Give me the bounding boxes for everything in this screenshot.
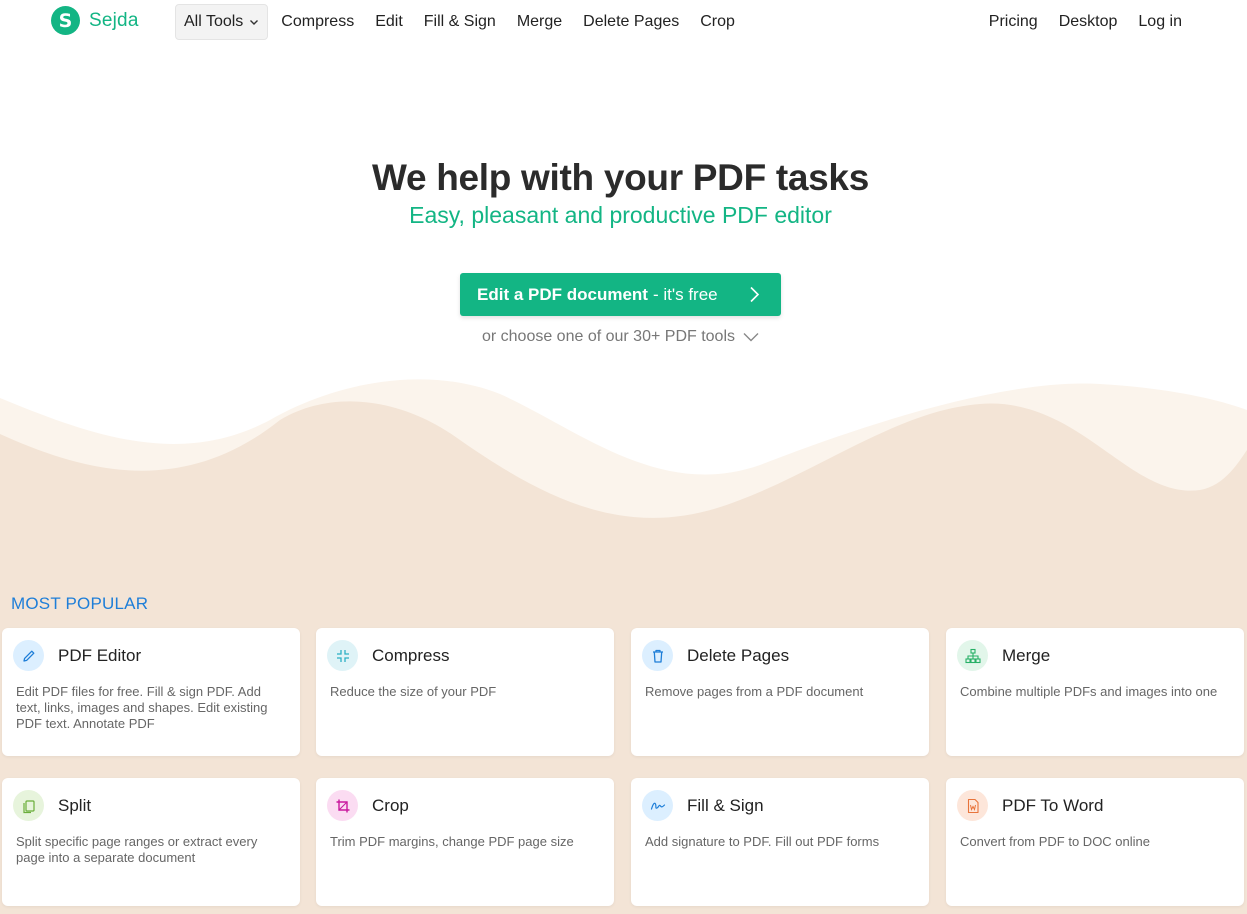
choose-tools-text: or choose one of our 30+ PDF tools xyxy=(481,328,736,345)
card-description: Edit PDF files for free. Fill & sign PDF… xyxy=(16,684,268,731)
nav-link-pricing[interactable]: Pricing xyxy=(989,13,1038,31)
trash-icon xyxy=(642,640,673,671)
card-description: Split specific page ranges or extract ev… xyxy=(16,834,258,865)
card-description: Trim PDF margins, change PDF page size xyxy=(330,834,574,849)
tool-card-split[interactable]: Split Split specific page ranges or extr… xyxy=(2,778,300,906)
card-title: Merge xyxy=(1002,646,1051,665)
card-description: Combine multiple PDFs and images into on… xyxy=(960,684,1218,699)
word-doc-icon xyxy=(957,790,988,821)
sejda-logo[interactable]: S Sejda xyxy=(51,6,139,35)
card-title: PDF Editor xyxy=(58,646,142,665)
choose-tools-link[interactable]: or choose one of our 30+ PDF tools xyxy=(0,328,1241,346)
card-description: Reduce the size of your PDF xyxy=(330,684,497,699)
card-title: Split xyxy=(58,796,92,815)
tool-card-delete-pages[interactable]: Delete Pages Remove pages from a PDF doc… xyxy=(631,628,929,756)
card-description: Remove pages from a PDF document xyxy=(645,684,864,699)
tool-card-merge[interactable]: Merge Combine multiple PDFs and images i… xyxy=(946,628,1244,756)
chevron-right-icon xyxy=(750,286,760,303)
card-title: Delete Pages xyxy=(687,646,790,665)
nav-link-fill-sign[interactable]: Fill & Sign xyxy=(424,13,496,31)
logo-text: Sejda xyxy=(89,9,139,31)
all-tools-label: All Tools xyxy=(184,13,244,30)
main-nav: All Tools Compress Edit Fill & Sign Merg… xyxy=(175,4,756,40)
crop-icon xyxy=(327,790,358,821)
tool-card-crop[interactable]: Crop Trim PDF margins, change PDF page s… xyxy=(316,778,614,906)
card-title: Crop xyxy=(372,796,409,815)
tool-card-pdf-to-word[interactable]: PDF To Word Convert from PDF to DOC onli… xyxy=(946,778,1244,906)
cta-light-text: - it's free xyxy=(652,284,718,304)
card-title: PDF To Word xyxy=(1002,796,1104,815)
compress-icon xyxy=(327,640,358,671)
nav-link-crop[interactable]: Crop xyxy=(700,13,735,31)
account-nav: Pricing Desktop Log in xyxy=(989,4,1182,40)
all-tools-dropdown[interactable]: All Tools xyxy=(175,4,269,40)
nav-link-compress[interactable]: Compress xyxy=(281,13,354,31)
tool-card-pdf-editor[interactable]: PDF Editor Edit PDF files for free. Fill… xyxy=(2,628,300,756)
card-title: Compress xyxy=(372,646,450,665)
cta-strong-text: Edit a PDF document xyxy=(477,284,648,304)
signature-icon xyxy=(642,790,673,821)
most-popular-heading: MOST POPULAR xyxy=(11,594,149,613)
card-description: Add signature to PDF. Fill out PDF forms xyxy=(645,834,880,849)
edit-pdf-cta-button[interactable]: Edit a PDF document - it's free xyxy=(460,273,781,316)
logo-mark-icon: S xyxy=(51,6,80,35)
chevron-down-icon xyxy=(250,20,259,25)
chevron-down-icon xyxy=(743,333,759,342)
split-icon xyxy=(13,790,44,821)
hero-title: We help with your PDF tasks xyxy=(372,157,869,198)
top-navigation: S Sejda All Tools Compress Edit Fill & S… xyxy=(0,0,1247,44)
nav-link-desktop[interactable]: Desktop xyxy=(1059,13,1118,31)
card-title: Fill & Sign xyxy=(687,796,764,815)
nav-link-delete-pages[interactable]: Delete Pages xyxy=(583,13,679,31)
merge-icon xyxy=(957,640,988,671)
card-description: Convert from PDF to DOC online xyxy=(960,834,1151,849)
nav-link-merge[interactable]: Merge xyxy=(517,13,562,31)
hero-subtitle: Easy, pleasant and productive PDF editor xyxy=(409,202,832,228)
pencil-icon xyxy=(13,640,44,671)
nav-link-login[interactable]: Log in xyxy=(1138,13,1182,31)
nav-link-edit[interactable]: Edit xyxy=(375,13,403,31)
tool-card-fill-sign[interactable]: Fill & Sign Add signature to PDF. Fill o… xyxy=(631,778,929,906)
tool-card-compress[interactable]: Compress Reduce the size of your PDF xyxy=(316,628,614,756)
